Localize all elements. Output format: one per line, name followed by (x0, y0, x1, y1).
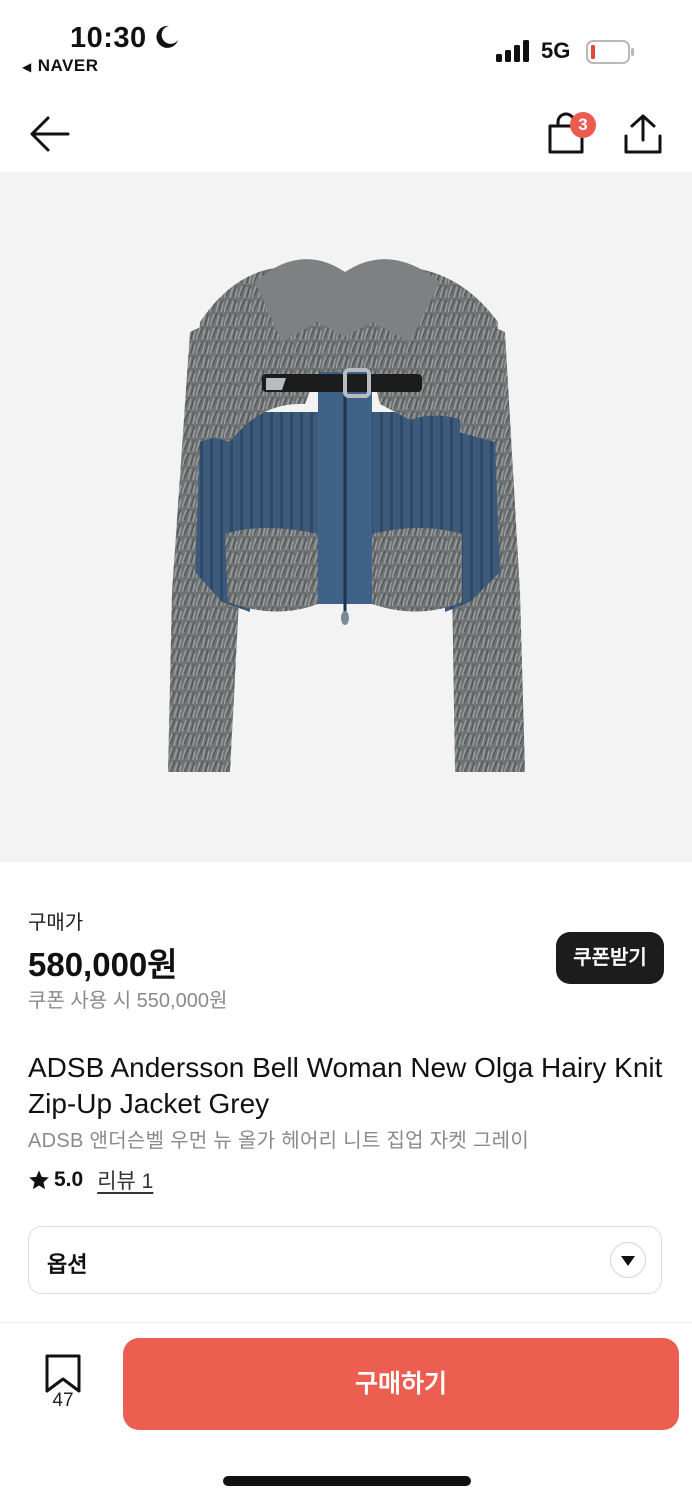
review-link[interactable]: 리뷰 1 (97, 1165, 153, 1195)
star-icon (29, 1170, 49, 1190)
status-time: 10:30 (70, 22, 147, 54)
back-app-label: NAVER (37, 56, 99, 75)
get-coupon-button[interactable]: 쿠폰받기 (556, 932, 664, 984)
coupon-price: 쿠폰 사용 시 550,000원 (28, 990, 228, 1012)
product-image[interactable] (0, 172, 692, 862)
moon-icon (156, 25, 178, 48)
battery-icon (586, 40, 634, 64)
back-to-app-link[interactable]: ◀ NAVER (22, 56, 98, 76)
cart-count-badge: 3 (570, 112, 596, 138)
status-bar: 10:30 ◀ NAVER 5G (0, 0, 692, 90)
chevron-down-icon[interactable] (610, 1242, 646, 1278)
back-arrow-icon[interactable] (28, 114, 72, 154)
option-label: 옵션 (47, 1252, 88, 1277)
buy-button[interactable]: 구매하기 (123, 1338, 679, 1430)
share-icon[interactable] (622, 112, 664, 156)
product-price: 580,000원 (28, 946, 178, 983)
signal-icon (496, 40, 529, 62)
option-select[interactable]: 옵션 (28, 1226, 662, 1294)
rating-score: 5.0 (54, 1168, 84, 1191)
back-triangle-icon: ◀ (22, 60, 32, 74)
product-title: ADSB Andersson Bell Woman New Olga Hairy… (28, 1052, 663, 1119)
bookmark-count: 47 (52, 1390, 74, 1411)
price-label: 구매가 (28, 912, 84, 934)
product-title-korean: ADSB 앤더슨벨 우먼 뉴 올가 헤어리 니트 집업 자켓 그레이 (28, 1130, 530, 1152)
home-indicator (223, 1476, 471, 1486)
rating-row: 5.0 리뷰 1 (28, 1165, 153, 1195)
jacket-illustration (168, 259, 525, 772)
network-type: 5G (541, 38, 571, 63)
